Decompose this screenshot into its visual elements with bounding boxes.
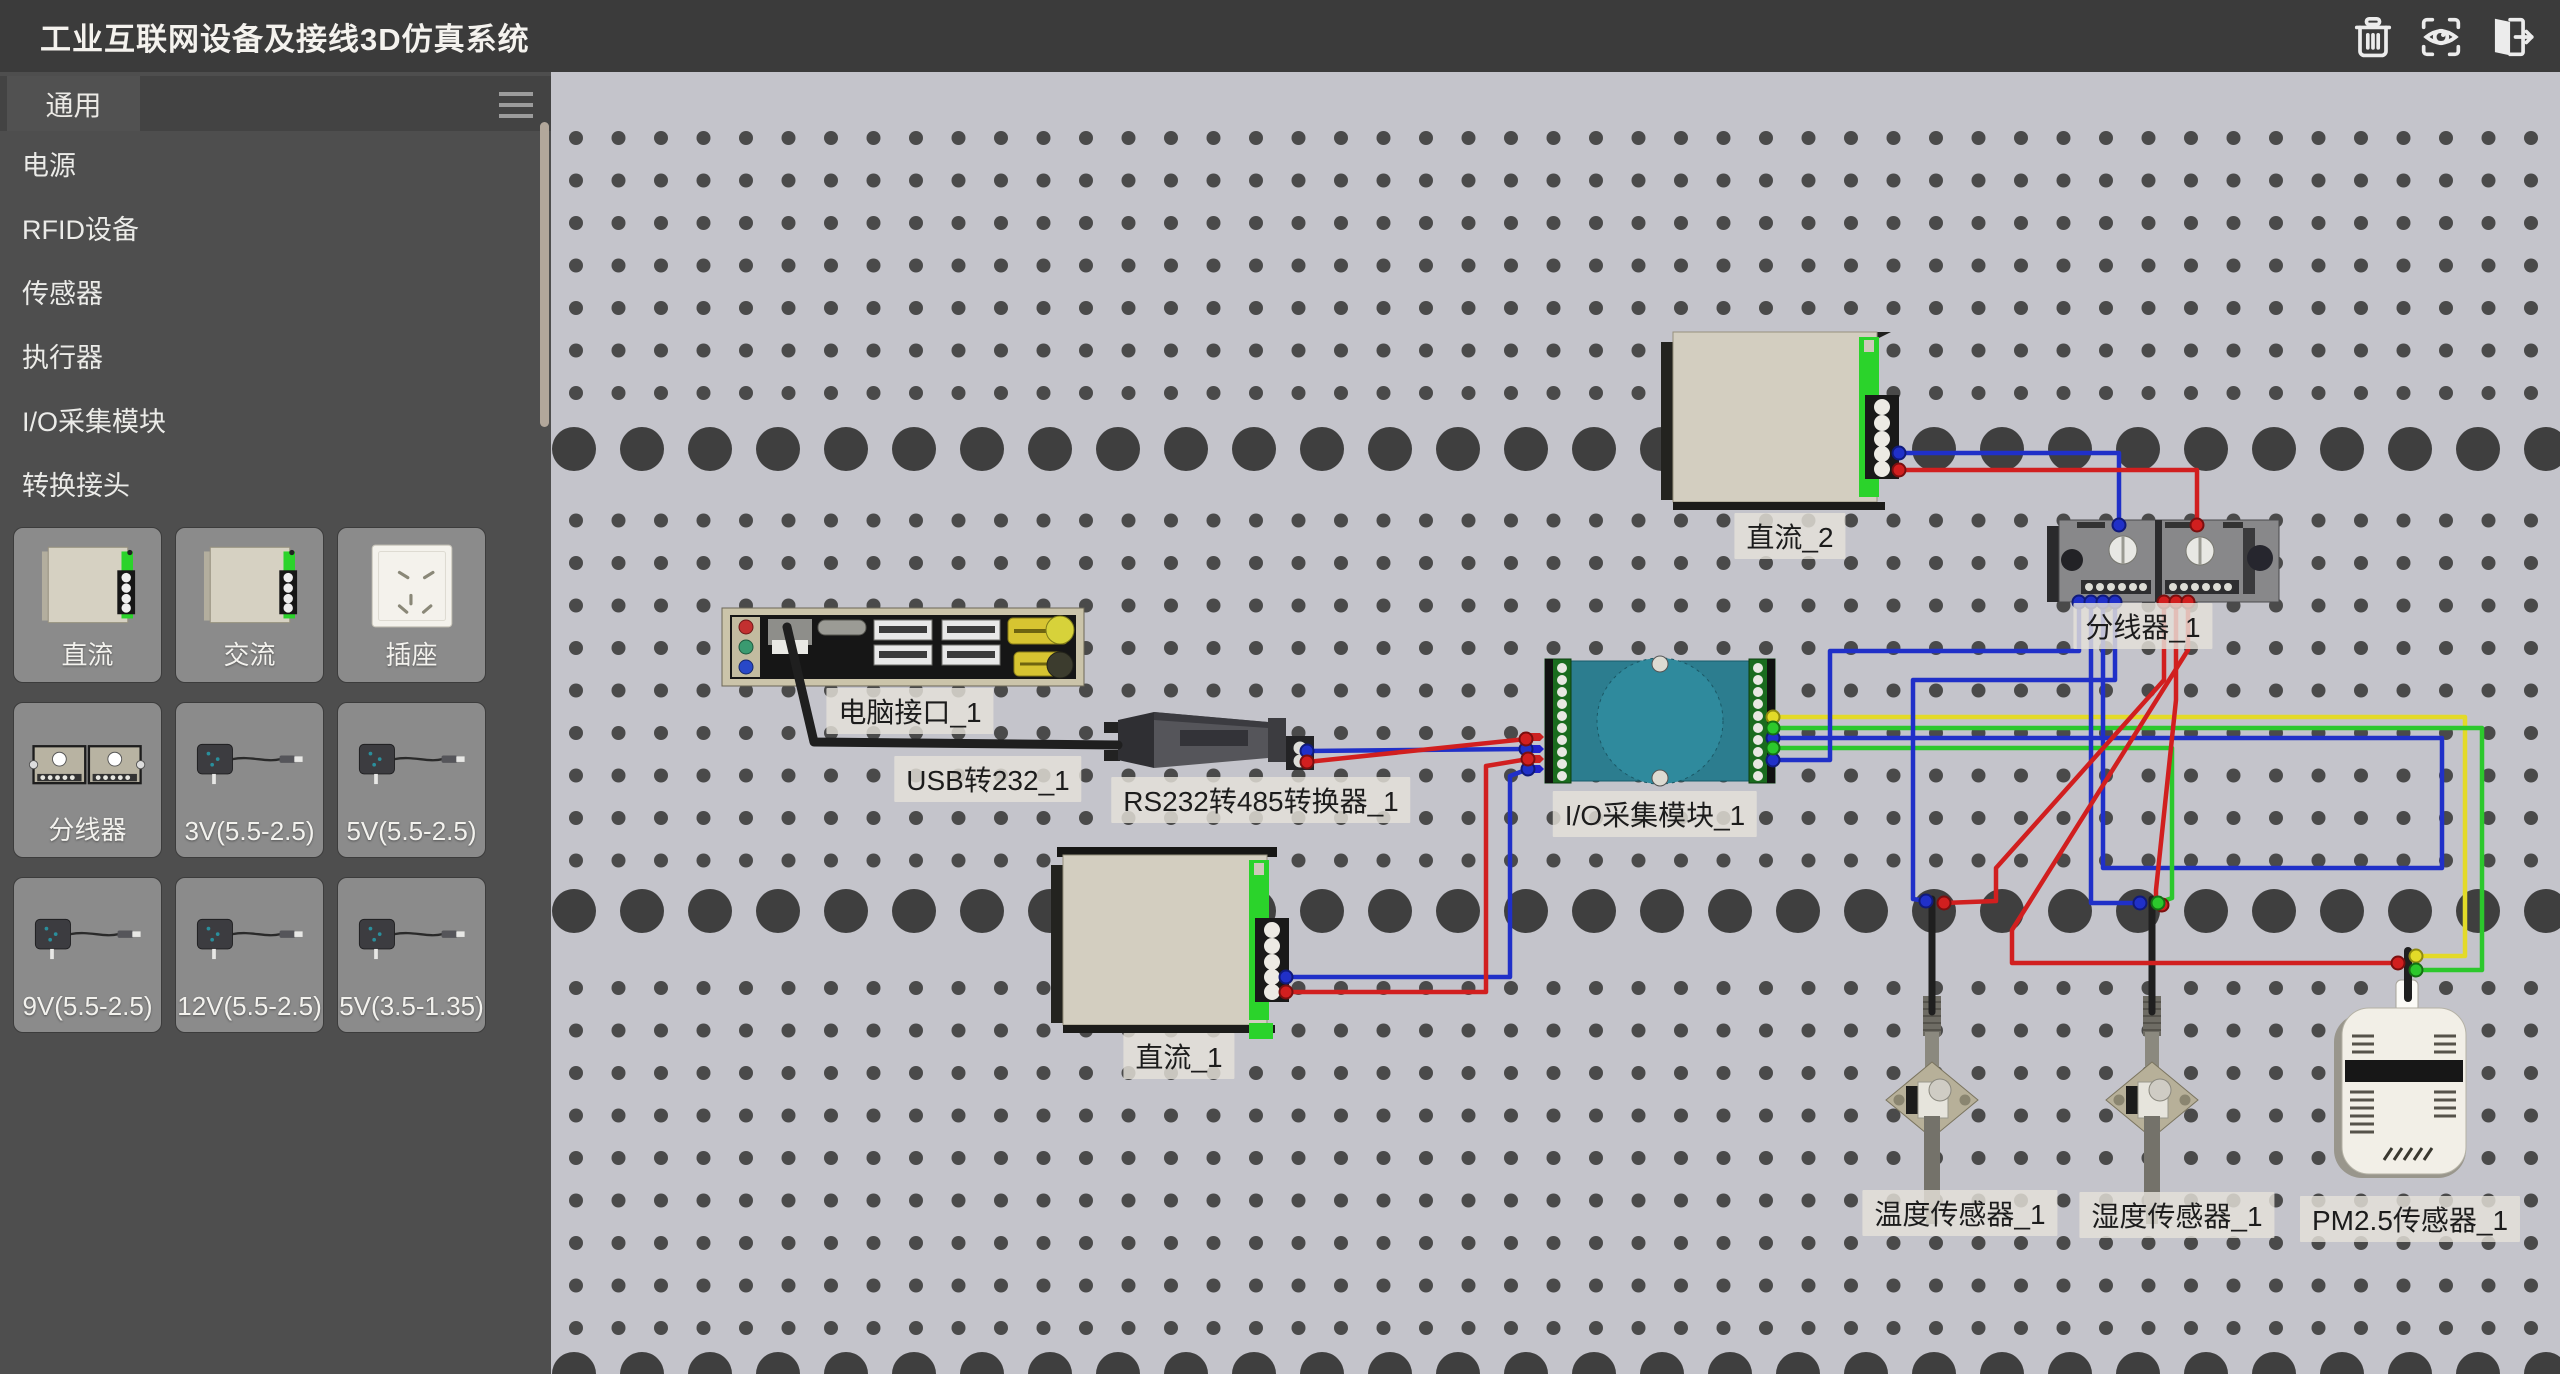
palette-card-label: 交流 — [176, 635, 323, 672]
dc-power-icon — [14, 538, 161, 634]
device-splitter-1[interactable] — [2047, 520, 2279, 602]
hamburger-icon[interactable] — [499, 92, 533, 118]
device-label-dc2: 直流_2 — [1734, 513, 1845, 559]
device-label-rs485: RS232转485转换器_1 — [1111, 777, 1410, 823]
tab-general[interactable]: 通用 — [7, 76, 140, 131]
adapter-icon — [338, 713, 485, 809]
device-io-module-1[interactable] — [1528, 656, 1775, 786]
menu-item-rfid[interactable]: RFID设备 — [0, 198, 540, 262]
splitter-icon — [14, 713, 161, 809]
palette-card-label: 插座 — [338, 635, 485, 672]
adapter-icon — [176, 888, 323, 984]
delete-button[interactable] — [2344, 8, 2402, 66]
palette-card-label: 5V(3.5-1.35) — [338, 991, 485, 1022]
top-bar: 工业互联网设备及接线3D仿真系统 — [0, 0, 2560, 72]
scene-canvas[interactable]: 直流_2 分线器_1 电脑接口_1 USB转232_1 RS232转485转换器_1 I/… — [551, 72, 2560, 1374]
device-label-dc1: 直流_1 — [1123, 1033, 1234, 1079]
simulation-app: 工业互联网设备及接线3D仿真系统 — [0, 0, 2560, 1374]
adapter-icon — [338, 888, 485, 984]
palette-card-label: 直流 — [14, 635, 161, 672]
device-label-temp1: 温度传感器_1 — [1862, 1190, 2057, 1236]
palette-card-label: 3V(5.5-2.5) — [176, 816, 323, 847]
menu-item-power[interactable]: 电源 — [0, 134, 540, 198]
category-menu: 电源 RFID设备 传感器 执行器 I/O采集模块 转换接头 — [0, 134, 540, 518]
menu-item-sensor[interactable]: 传感器 — [0, 262, 540, 326]
socket-icon — [338, 538, 485, 634]
trash-icon — [2347, 11, 2399, 63]
palette-card-9V(5.5-2.5)[interactable]: 9V(5.5-2.5) — [13, 877, 162, 1033]
device-label-split1: 分线器_1 — [2073, 603, 2212, 649]
palette-card-插座[interactable]: 插座 — [337, 527, 486, 683]
eye-focus-icon — [2415, 11, 2467, 63]
ac-power-icon — [176, 538, 323, 634]
device-label-humid1: 湿度传感器_1 — [2079, 1192, 2274, 1238]
palette-card-3V(5.5-2.5)[interactable]: 3V(5.5-2.5) — [175, 702, 324, 858]
exit-button[interactable] — [2480, 8, 2538, 66]
palette-card-交流[interactable]: 交流 — [175, 527, 324, 683]
adapter-icon — [176, 713, 323, 809]
palette-card-5V(5.5-2.5)[interactable]: 5V(5.5-2.5) — [337, 702, 486, 858]
menu-item-actuator[interactable]: 执行器 — [0, 326, 540, 390]
palette-card-label: 5V(5.5-2.5) — [338, 816, 485, 847]
device-rs232-485-converter-1[interactable] — [1104, 712, 1314, 770]
device-pm25-sensor-1[interactable] — [2334, 980, 2466, 1178]
menu-item-io-module[interactable]: I/O采集模块 — [0, 390, 540, 454]
device-dc-power-2[interactable] — [1661, 332, 1899, 510]
palette-card-label: 9V(5.5-2.5) — [14, 991, 161, 1022]
palette-card-label: 12V(5.5-2.5) — [176, 991, 323, 1022]
device-palette: 直流交流插座分线器 3V(5.5-2.5) 5V(5.5-2.5) 9V(5.5-2.… — [13, 527, 539, 1052]
palette-card-直流[interactable]: 直流 — [13, 527, 162, 683]
sidebar: 通用 电源 RFID设备 传感器 执行器 I/O采集模块 转换接头 直流交流插座… — [0, 72, 551, 1374]
palette-card-label: 分线器 — [14, 810, 161, 847]
sidebar-scrollbar[interactable] — [540, 122, 549, 427]
palette-card-分线器[interactable]: 分线器 — [13, 702, 162, 858]
view-focus-button[interactable] — [2412, 8, 2470, 66]
palette-card-5V(3.5-1.35)[interactable]: 5V(3.5-1.35) — [337, 877, 486, 1033]
device-dc-power-1[interactable] — [1051, 847, 1289, 1039]
palette-card-12V(5.5-2.5)[interactable]: 12V(5.5-2.5) — [175, 877, 324, 1033]
exit-icon — [2483, 11, 2535, 63]
menu-item-converter[interactable]: 转换接头 — [0, 454, 540, 518]
device-label-usb232: USB转232_1 — [894, 756, 1081, 802]
device-label-pc1: 电脑接口_1 — [826, 688, 993, 734]
device-label-pm25: PM2.5传感器_1 — [2300, 1196, 2520, 1242]
app-title: 工业互联网设备及接线3D仿真系统 — [40, 14, 530, 59]
device-label-iomod: I/O采集模块_1 — [1553, 791, 1757, 837]
adapter-icon — [14, 888, 161, 984]
device-pc-interface-1[interactable] — [722, 608, 1084, 686]
sidebar-tab-row: 通用 — [0, 76, 551, 131]
toolbar — [2344, 8, 2538, 66]
